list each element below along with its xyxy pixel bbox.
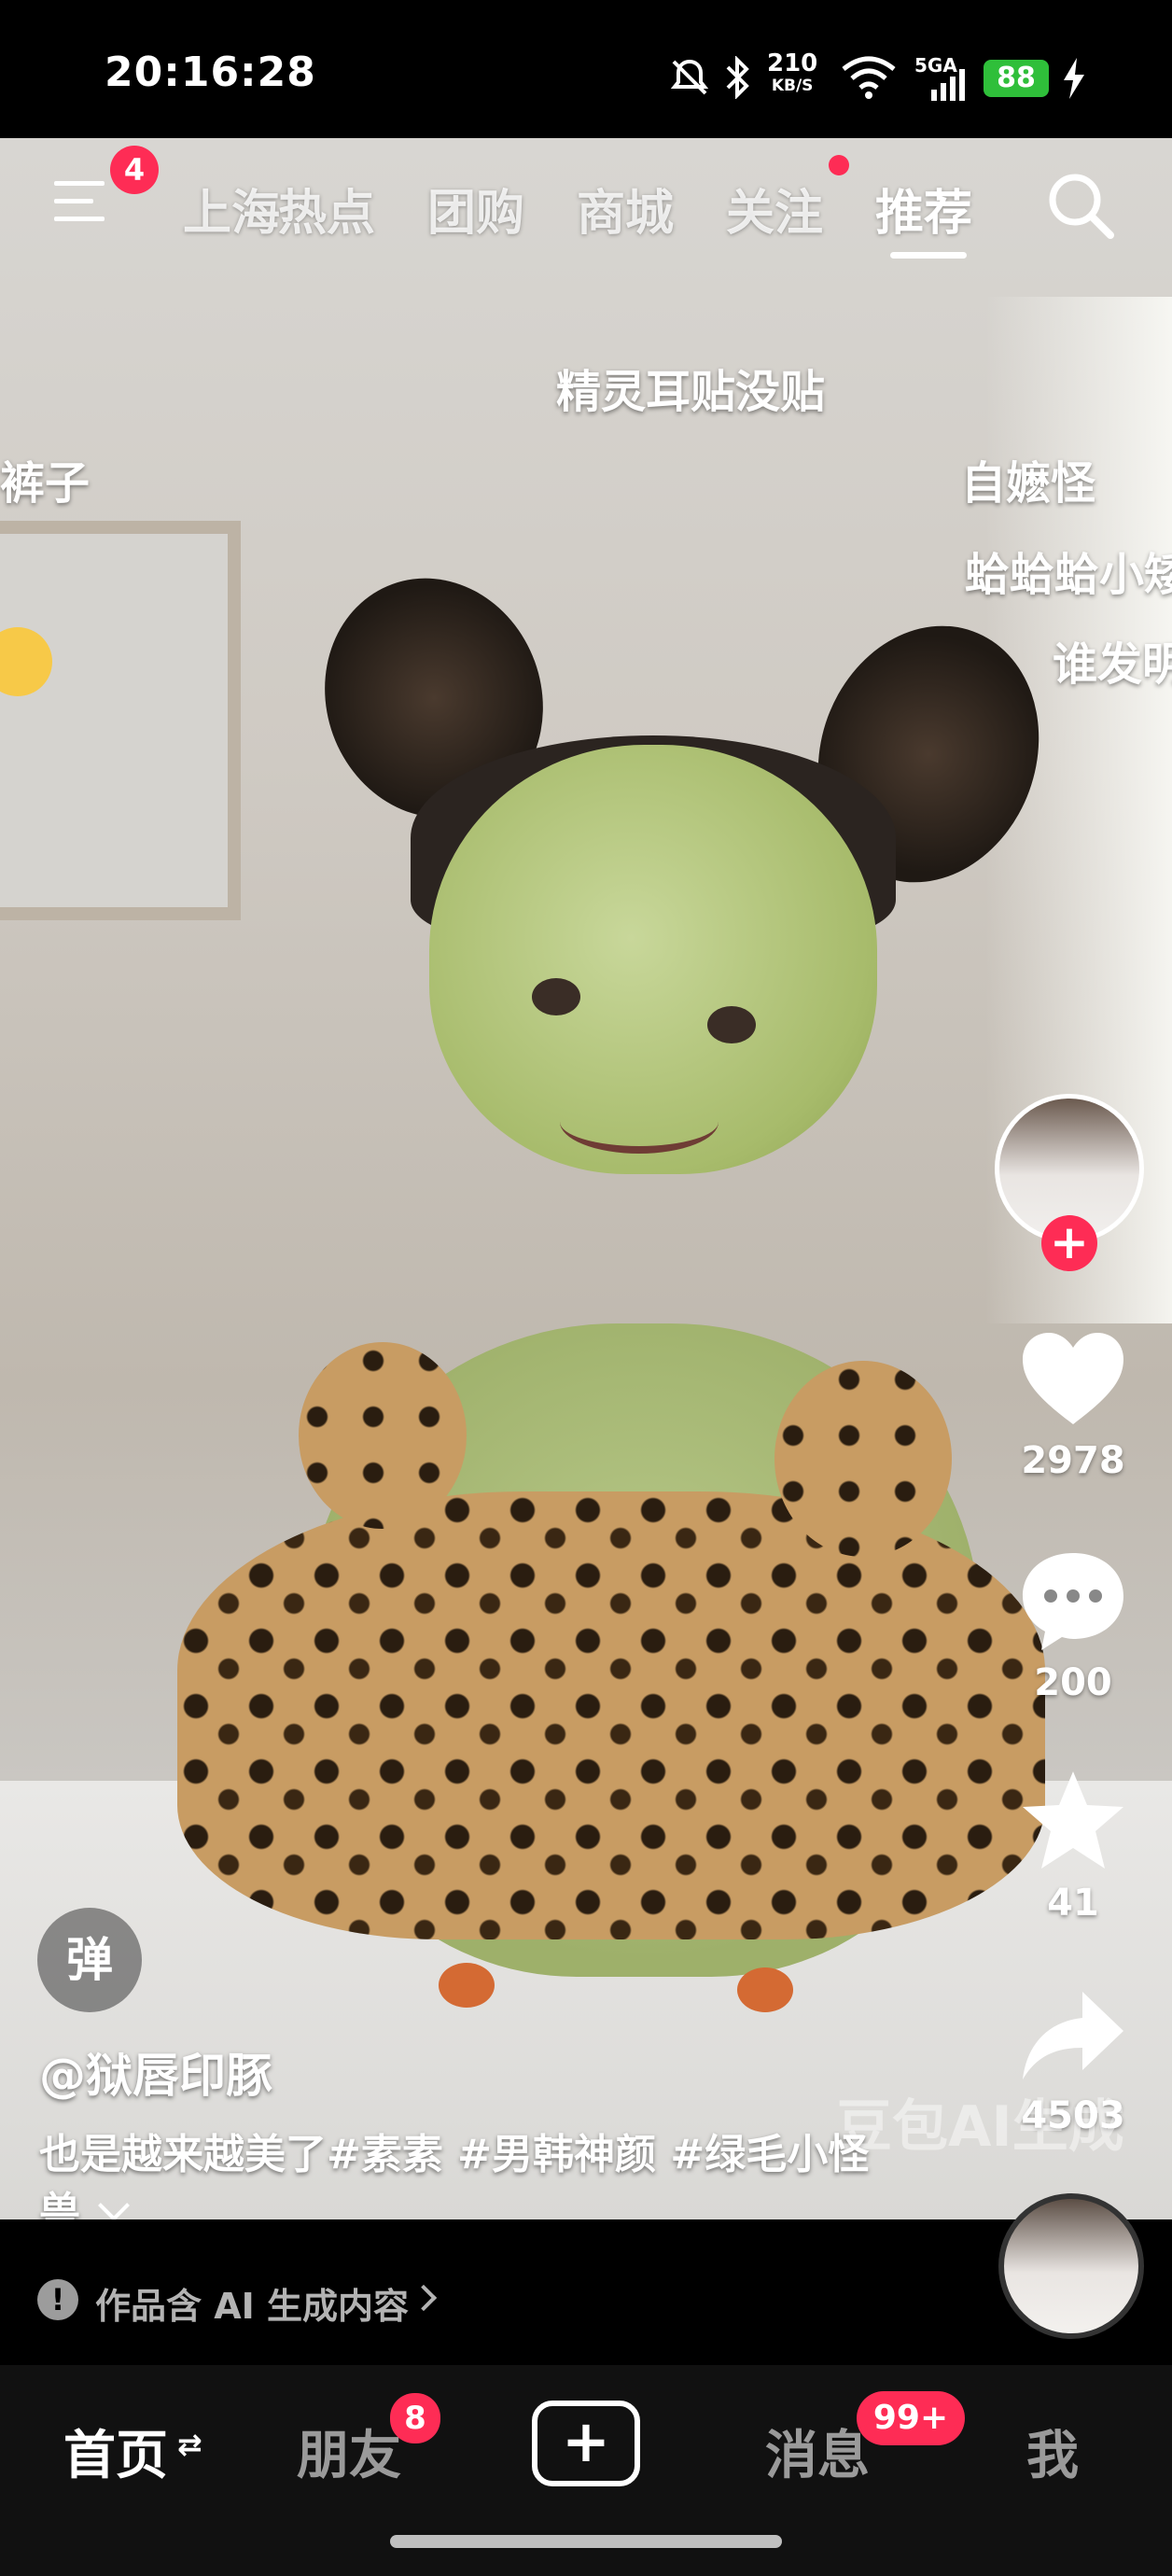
search-icon[interactable] (1043, 168, 1118, 243)
chevron-down-icon[interactable] (98, 2190, 130, 2221)
danmaku-item: 裤子 (0, 457, 91, 510)
active-tab-indicator (890, 252, 967, 259)
bluetooth-icon (726, 56, 749, 99)
create-button[interactable]: + (532, 2401, 640, 2486)
battery-icon: 88 (984, 60, 1049, 97)
net-speed-value: 210 (767, 49, 818, 77)
messages-badge: 99+ (857, 2391, 965, 2445)
eye-right (707, 1006, 756, 1043)
tab-friends[interactable]: 朋友 (297, 2414, 401, 2489)
music-disc[interactable] (998, 2193, 1144, 2339)
like-count: 2978 (1021, 1439, 1125, 1482)
switch-feed-icon[interactable]: ⇄ (177, 2427, 202, 2462)
sleeve-right (774, 1361, 952, 1557)
menu-icon[interactable] (54, 177, 112, 226)
following-dot (829, 155, 849, 175)
tab-following[interactable]: 关注 (726, 174, 823, 244)
mouth (560, 1090, 719, 1154)
danmaku-toggle-button[interactable]: 弹 (37, 1908, 142, 2012)
comment-icon[interactable] (1017, 1546, 1129, 1658)
tab-hot[interactable]: 热点 (278, 174, 375, 244)
tab-mall[interactable]: 商城 (577, 174, 674, 244)
net-speed-unit: KB/S (771, 77, 814, 95)
ai-watermark: 豆包AI生成 (836, 2094, 1124, 2160)
danmaku-item: 蛤蛤蛤小矮 (965, 549, 1172, 601)
menu-badge: 4 (110, 146, 159, 194)
favorite-icon[interactable] (1017, 1766, 1129, 1878)
tab-me[interactable]: 我 (1026, 2414, 1079, 2489)
tab-group-buy[interactable]: 团购 (427, 174, 524, 244)
comment-count: 200 (1034, 1661, 1112, 1704)
mute-icon (670, 59, 709, 95)
tab-local[interactable]: 上海 (183, 174, 280, 244)
info-icon: ! (37, 2279, 78, 2320)
follow-button[interactable]: + (1041, 1215, 1097, 1271)
charging-icon (1064, 58, 1084, 99)
status-time: 20:16:28 (105, 49, 316, 96)
signal-icon (931, 69, 965, 101)
tab-messages[interactable]: 消息 (765, 2414, 870, 2489)
share-icon[interactable] (1017, 1982, 1129, 2094)
foot-left (439, 1963, 495, 2008)
eye-left (532, 978, 580, 1015)
tab-recommend[interactable]: 推荐 (875, 174, 972, 244)
danmaku-item: 谁发明 (1053, 638, 1172, 691)
favorite-count: 41 (1047, 1882, 1099, 1925)
danmaku-item: 自嬷怪 (961, 457, 1096, 510)
tab-home[interactable]: 首页 (63, 2414, 168, 2489)
home-indicator[interactable] (390, 2535, 782, 2548)
author-name[interactable]: @狱唇印豚 (39, 2038, 272, 2106)
friends-badge: 8 (390, 2393, 440, 2443)
sleeve-left (299, 1342, 467, 1529)
like-icon[interactable] (1017, 1325, 1129, 1437)
ai-notice-text: 作品含 AI 生成内容 (95, 2286, 410, 2327)
wifi-icon (842, 56, 896, 99)
wall-picture-frame (0, 521, 241, 920)
leopard-dress (177, 1491, 1045, 1939)
foot-right (737, 1967, 793, 2012)
danmaku-item: 精灵耳贴没贴 (556, 366, 826, 418)
net-speed: 210 KB/S (767, 49, 818, 97)
